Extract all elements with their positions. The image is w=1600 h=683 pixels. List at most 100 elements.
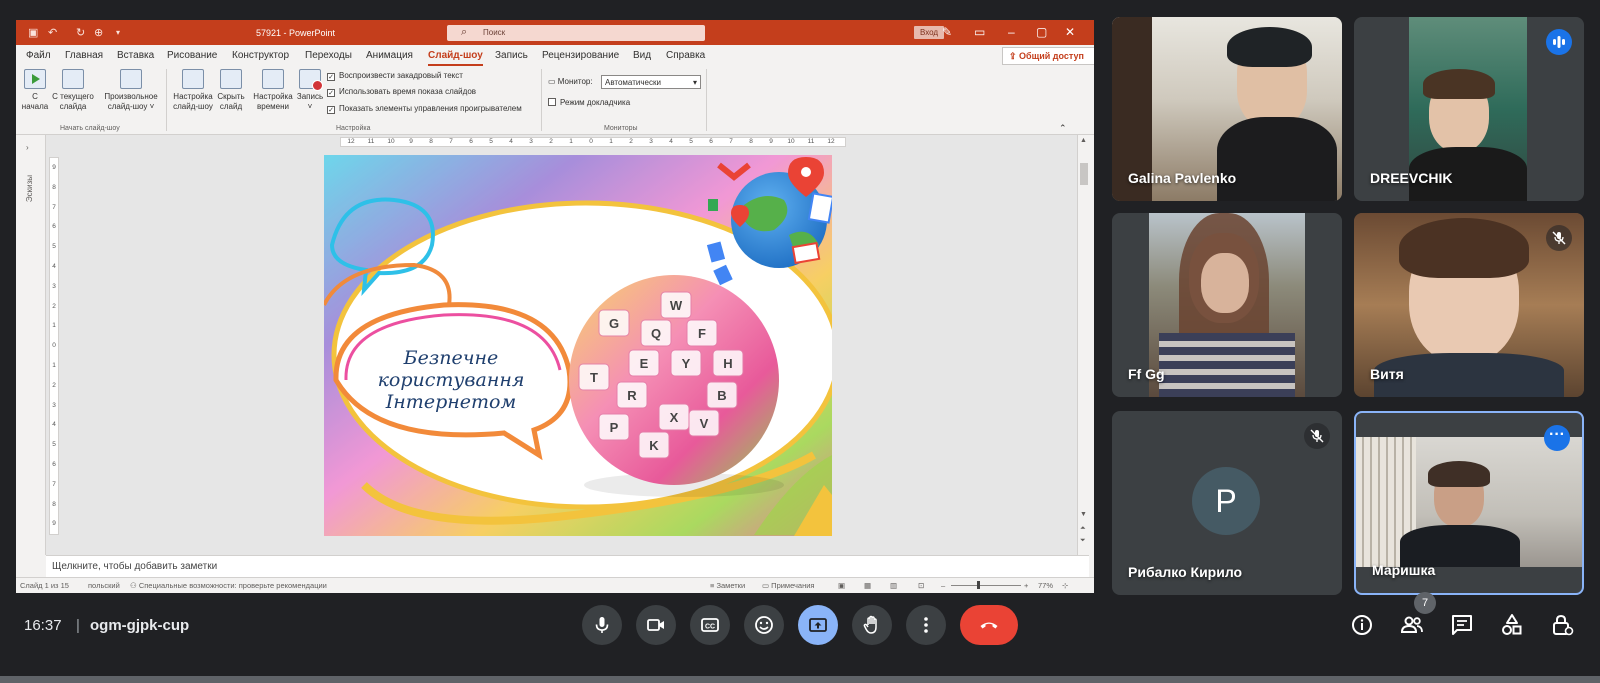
participant-tile[interactable]: Galina Pavlenko xyxy=(1112,17,1342,201)
people-icon[interactable] xyxy=(1400,613,1424,637)
custom-show-button[interactable]: Произвольное слайд-шоу ˅ xyxy=(100,67,162,112)
fit-slide-icon[interactable]: ⊹ xyxy=(1062,581,1068,590)
ruler-mark: 3 xyxy=(649,138,653,145)
reading-view-icon[interactable]: ▥ xyxy=(890,581,897,590)
custom-show-label-2: слайд-шоу ˅ xyxy=(107,102,155,111)
save-icon[interactable]: ▣ xyxy=(28,26,38,39)
avatar: P xyxy=(1192,467,1260,535)
current-slide[interactable]: Безпечне користування Інтернетом WQ F H G E Y… xyxy=(324,155,832,536)
notes-toggle[interactable]: ≡ Заметки xyxy=(710,581,745,590)
tab-help[interactable]: Справка xyxy=(666,50,705,61)
share-label: Общий доступ xyxy=(1019,51,1084,61)
participant-tile[interactable]: DREEVCHIK xyxy=(1354,17,1584,201)
next-slide-icon[interactable]: ⏷ xyxy=(1080,537,1086,545)
captions-button[interactable]: CC xyxy=(690,605,730,645)
tab-transitions[interactable]: Переходы xyxy=(305,50,352,61)
login-button[interactable]: Вход xyxy=(914,26,945,39)
record-button[interactable]: Запись ˅ xyxy=(294,67,326,112)
close-icon[interactable]: ✕ xyxy=(1065,25,1075,39)
ppt-search-box[interactable]: ⌕ Поиск xyxy=(447,25,705,41)
ruler-mark: 7 xyxy=(729,138,733,145)
leave-call-button[interactable] xyxy=(960,605,1018,645)
group-setup-label: Настройка xyxy=(336,125,371,132)
undo-icon[interactable]: ↶ xyxy=(48,26,57,39)
tab-slideshow[interactable]: Слайд-шоу xyxy=(428,50,483,66)
chat-icon[interactable] xyxy=(1450,613,1474,637)
host-controls-lock-icon[interactable] xyxy=(1550,613,1574,637)
microphone-button[interactable] xyxy=(582,605,622,645)
meeting-code[interactable]: ogm-gjpk-cup xyxy=(90,617,189,634)
tab-animations[interactable]: Анимация xyxy=(366,50,413,61)
participant-tile-active[interactable]: ··· Маришка xyxy=(1354,411,1584,595)
hide-label-2: слайд xyxy=(219,102,243,111)
raise-hand-button[interactable] xyxy=(852,605,892,645)
bottom-strip xyxy=(0,676,1600,683)
redo-icon[interactable]: ↻ xyxy=(76,26,85,39)
expand-thumbnails-icon[interactable]: › xyxy=(26,143,29,152)
checkbox-checked-icon: ✓ xyxy=(327,73,335,81)
camera-button[interactable] xyxy=(636,605,676,645)
present-screen-button[interactable] xyxy=(798,605,838,645)
zoom-slider[interactable] xyxy=(951,581,1021,589)
collapse-ribbon-icon[interactable]: ⌃ xyxy=(1059,123,1067,134)
share-button[interactable]: ⇪ Общий доступ xyxy=(1002,47,1094,65)
keycap-letter: W xyxy=(670,298,683,313)
hide-slide-button[interactable]: Скрыть слайд xyxy=(214,67,248,112)
zoom-out-icon[interactable]: – xyxy=(941,581,945,590)
setup-slideshow-button[interactable]: Настройка слайд-шоу xyxy=(172,67,214,112)
reactions-button[interactable] xyxy=(744,605,784,645)
controls-checkbox[interactable]: ✓ Показать элементы управления проигрыват… xyxy=(327,104,522,114)
from-start-label-2: начала xyxy=(21,102,49,111)
narration-checkbox[interactable]: ✓ Воспроизвести закадровый текст xyxy=(327,71,463,81)
previous-slide-icon[interactable]: ⏶ xyxy=(1080,525,1086,533)
language-indicator[interactable]: польский xyxy=(88,581,120,590)
participant-tile[interactable]: P Рибалко Кирило xyxy=(1112,411,1342,595)
zoom-in-icon[interactable]: + xyxy=(1024,581,1028,590)
participant-tile[interactable]: Витя xyxy=(1354,213,1584,397)
scroll-up-icon[interactable]: ▲ xyxy=(1080,137,1087,144)
slide-sorter-icon[interactable]: ▦ xyxy=(864,581,871,590)
restore-icon[interactable]: ▢ xyxy=(1036,25,1047,39)
zoom-level[interactable]: 77% xyxy=(1038,581,1053,590)
pen-icon[interactable]: ✎ xyxy=(942,25,952,39)
muted-indicator xyxy=(1546,225,1572,251)
tab-insert[interactable]: Вставка xyxy=(117,50,154,61)
checkbox-unchecked-icon xyxy=(548,98,556,106)
thumbnails-pane-collapsed[interactable]: › Эскизы xyxy=(16,135,46,555)
present-icon[interactable]: ⊕ xyxy=(94,26,103,39)
slideshow-view-icon[interactable]: ⊡ xyxy=(918,581,924,590)
scroll-down-icon[interactable]: ▼ xyxy=(1080,511,1087,518)
ribbon-divider xyxy=(166,69,167,131)
rehearse-timings-button[interactable]: Настройка времени xyxy=(252,67,294,112)
tab-record[interactable]: Запись xyxy=(495,50,528,61)
presenter-view-checkbox[interactable]: Режим докладчика xyxy=(548,98,630,107)
accessibility-status[interactable]: ⚇ Специальные возможности: проверьте рек… xyxy=(130,581,327,590)
scroll-thumb[interactable] xyxy=(1080,163,1088,185)
participant-tile[interactable]: Ff Gg xyxy=(1112,213,1342,397)
ribbon-display-icon[interactable]: ▭ xyxy=(974,25,985,39)
monitor-select[interactable]: Автоматически ▾ xyxy=(601,75,701,89)
slide-editing-area[interactable]: 12 11 10 9 8 7 6 5 4 3 2 1 0 1 2 3 4 5 6 7 8 9 10 11 12 98765432… xyxy=(46,135,1077,555)
tab-draw[interactable]: Рисование xyxy=(167,50,217,61)
ruler-mark: 9 xyxy=(409,138,413,145)
minimize-icon[interactable]: – xyxy=(1008,25,1015,39)
comments-toggle[interactable]: ▭ Примечания xyxy=(762,581,814,590)
tab-view[interactable]: Вид xyxy=(633,50,651,61)
notes-pane[interactable]: Щелкните, чтобы добавить заметки xyxy=(46,555,1089,577)
monitor-icon: ▭ xyxy=(548,77,558,86)
more-options-button[interactable] xyxy=(906,605,946,645)
from-start-button[interactable]: С начала xyxy=(20,67,50,112)
tab-design[interactable]: Конструктор xyxy=(232,50,289,61)
slide-scrollbar[interactable]: ▲ ▼ ⏶ ⏷ xyxy=(1077,135,1089,555)
ruler-mark: 6 xyxy=(52,460,56,468)
meeting-info-icon[interactable] xyxy=(1350,613,1374,637)
customize-qat-icon[interactable]: ▾ xyxy=(116,28,120,37)
tab-file[interactable]: Файл xyxy=(26,50,51,61)
timings-checkbox[interactable]: ✓ Использовать время показа слайдов xyxy=(327,87,476,97)
normal-view-icon[interactable]: ▣ xyxy=(838,581,845,590)
tab-home[interactable]: Главная xyxy=(65,50,103,61)
more-options-button[interactable]: ··· xyxy=(1544,425,1570,451)
activities-icon[interactable] xyxy=(1500,613,1524,637)
from-current-button[interactable]: С текущего слайда xyxy=(50,67,96,112)
tab-review[interactable]: Рецензирование xyxy=(542,50,619,61)
